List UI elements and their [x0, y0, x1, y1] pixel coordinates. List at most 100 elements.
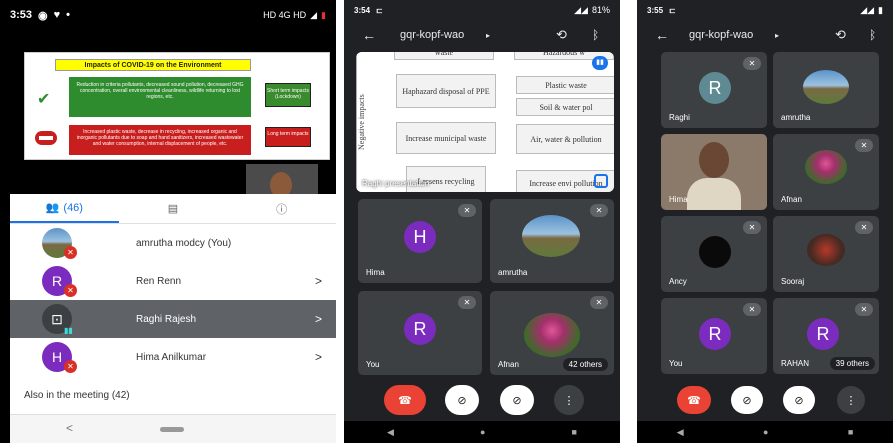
nav-home-icon[interactable]: ●: [480, 427, 485, 437]
mic-off-icon: ✕: [855, 139, 873, 152]
dot-icon: •: [66, 9, 71, 21]
back-arrow-icon[interactable]: ←: [362, 27, 376, 43]
chevron-right-icon[interactable]: >: [315, 312, 322, 326]
tile-name: Raghi: [669, 113, 690, 122]
participant-tile[interactable]: H ✕ Hima: [358, 199, 482, 283]
video-face: [699, 142, 729, 178]
slide-box: Air, water & pollution: [516, 124, 614, 154]
slide-negative-text: Increased plastic waste, decrease in rec…: [69, 125, 251, 155]
avatar: [807, 234, 845, 266]
tab-chat[interactable]: ▤: [119, 194, 228, 223]
meeting-code[interactable]: gqr-kopf-wao: [400, 29, 464, 41]
audio-indicator-icon: ▮▮: [592, 56, 608, 70]
participant-tile[interactable]: ✕ Ancy: [661, 216, 767, 292]
participant-row[interactable]: R ✕ Ren Renn >: [10, 262, 336, 300]
participant-tile[interactable]: R ✕ You: [661, 298, 767, 374]
meeting-topbar: ← gqr-kopf-wao ▸ ⟲ ᛒ: [637, 20, 893, 50]
fullscreen-icon[interactable]: [594, 174, 608, 188]
slide-long-term: Long term impacts: [265, 127, 311, 147]
more-options-button[interactable]: ⋮: [554, 385, 584, 415]
avatar: [522, 215, 580, 257]
avatar: R: [699, 318, 731, 350]
gesture-nav: <: [10, 414, 336, 443]
status-time: 3:53: [10, 9, 33, 21]
mic-off-icon: ✕: [743, 303, 761, 316]
switch-camera-icon[interactable]: ⟲: [835, 27, 846, 43]
avatar: H: [404, 221, 436, 253]
avatar: R: [807, 318, 839, 350]
bluetooth-icon[interactable]: ᛒ: [592, 28, 599, 42]
end-call-button[interactable]: ☎: [384, 385, 426, 415]
participant-tile[interactable]: ✕ Afnan 42 others: [490, 291, 614, 375]
phone-grid: 3:55 ⊏ ◢◢ ▮ ← gqr-kopf-wao ▸ ⟲ ᛒ R ✕ Raghi…: [637, 0, 893, 443]
tab-info[interactable]: ⓘ: [227, 194, 336, 223]
participant-tile[interactable]: ✕ Afnan: [773, 134, 879, 210]
others-count-badge[interactable]: 42 others: [562, 358, 608, 371]
chevron-right-icon[interactable]: ▸: [486, 31, 490, 40]
battery-icon: ▮: [878, 4, 883, 15]
check-icon: ✔: [37, 91, 51, 108]
switch-camera-icon[interactable]: ⟲: [556, 27, 567, 43]
home-pill[interactable]: [160, 427, 184, 432]
mic-off-icon: ✕: [64, 360, 77, 373]
phone-presentation: 3:54 ⊏ ◢◢ 81% ← gqr-kopf-wao ▸ ⟲ ᛒ Negativ…: [344, 0, 620, 443]
participant-row-presenting[interactable]: ⊡ ▮▮ Raghi Rajesh >: [10, 300, 336, 338]
camera-toggle-button[interactable]: ⊘: [731, 386, 763, 414]
slide-box: Plastic waste: [516, 76, 614, 94]
mic-toggle-button[interactable]: ⊘: [500, 385, 534, 415]
chevron-right-icon[interactable]: >: [315, 274, 322, 288]
avatar: [699, 236, 731, 268]
meeting-code[interactable]: gqr-kopf-wao: [689, 29, 753, 41]
status-bar: 3:54 ⊏ ◢◢ 81%: [344, 0, 620, 20]
participant-tile[interactable]: ✕ amrutha: [490, 199, 614, 283]
tile-name: Hima: [366, 268, 385, 277]
back-arrow-icon[interactable]: ←: [655, 27, 669, 43]
presenter-caption: Raghi presentation: [362, 179, 430, 188]
more-options-button[interactable]: ⋮: [837, 386, 865, 414]
participant-tile[interactable]: ✕ Sooraj: [773, 216, 879, 292]
participant-tile[interactable]: R ✕ Raghi: [661, 52, 767, 128]
slide-box: Haphazard disposal of PPE: [396, 74, 496, 108]
nav-back-icon[interactable]: ◀: [677, 427, 684, 438]
cast-icon: ⊏: [669, 5, 676, 15]
speaking-icon: ▮▮: [64, 326, 73, 335]
tile-name: Afnan: [498, 360, 519, 369]
others-count-badge[interactable]: 39 others: [829, 357, 875, 370]
participant-row[interactable]: H ✕ Hima Anilkumar >: [10, 338, 336, 376]
participant-tile[interactable]: amrutha: [773, 52, 879, 128]
camera-off-icon: ⊘: [457, 394, 467, 407]
participant-tile[interactable]: R ✕ RAHAN 39 others: [773, 298, 879, 374]
system-nav: ◀ ● ■: [344, 421, 620, 443]
status-time: 3:55: [647, 5, 664, 15]
slide-content: Impacts of COVID-19 on the Environment ✔…: [24, 52, 330, 160]
avatar: [803, 70, 849, 104]
nav-home-icon[interactable]: ●: [763, 427, 768, 437]
participant-row[interactable]: ✕ amrutha modcy (You): [10, 224, 336, 262]
camera-toggle-button[interactable]: ⊘: [445, 385, 479, 415]
slide-positive-text: Reduction in criteria pollutants, decrea…: [69, 77, 251, 117]
more-vert-icon: ⋮: [845, 394, 857, 407]
people-count: (46): [63, 201, 83, 214]
end-call-button[interactable]: ☎: [677, 386, 711, 414]
chevron-right-icon[interactable]: >: [315, 350, 322, 364]
mic-toggle-button[interactable]: ⊘: [783, 386, 815, 414]
tile-name: Sooraj: [781, 277, 805, 286]
tile-name: amrutha: [781, 113, 811, 122]
whatsapp-icon: ◉: [38, 9, 48, 22]
chevron-right-icon[interactable]: ▸: [775, 31, 779, 40]
presentation-view[interactable]: Negative impacts waste Hazardous w Hapha…: [356, 52, 614, 192]
camera-off-icon: ⊘: [742, 394, 752, 407]
participant-tile[interactable]: R ✕ You: [358, 291, 482, 375]
back-icon[interactable]: <: [66, 421, 73, 435]
participant-tile-video[interactable]: Hima: [661, 134, 767, 210]
bluetooth-icon[interactable]: ᛒ: [869, 28, 876, 42]
mic-off-icon: ✕: [590, 296, 608, 309]
tab-people[interactable]: 👥 (46): [10, 194, 119, 223]
nav-back-icon[interactable]: ◀: [387, 427, 394, 438]
nav-recents-icon[interactable]: ■: [848, 427, 853, 437]
status-bar: 3:53 ◉ ♥ • HD 4G HD ◢ ▮: [0, 0, 336, 30]
mic-off-icon: ✕: [458, 296, 476, 309]
nav-recents-icon[interactable]: ■: [572, 427, 577, 437]
tile-name: Afnan: [781, 195, 802, 204]
info-icon: ⓘ: [276, 203, 288, 216]
